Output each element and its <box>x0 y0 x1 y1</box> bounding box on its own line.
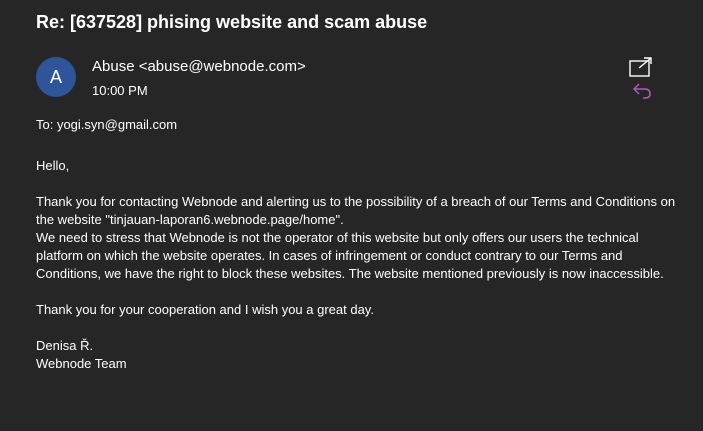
email-subject: Re: [637528] phising website and scam ab… <box>36 12 428 32</box>
signature-team: Webnode Team <box>36 356 127 371</box>
body-line: Conditions, we have the right to block t… <box>36 266 664 281</box>
body-line: the website "tinjauan-laporan6.webnode.p… <box>36 212 344 227</box>
greeting: Hello, <box>36 158 70 173</box>
timestamp: 10:00 PM <box>92 83 148 98</box>
reply-icon[interactable] <box>632 82 652 100</box>
recipient-line: To: yogi.syn@gmail.com <box>36 117 178 132</box>
email-body: Hello, Thank you for contacting Webnode … <box>36 157 686 391</box>
body-line: platform on which the website operates. … <box>36 248 623 263</box>
signature-name: Denisa Ř. <box>36 338 94 353</box>
popout-icon[interactable] <box>629 57 653 77</box>
avatar: A <box>36 57 76 97</box>
body-line: Thank you for contacting Webnode and ale… <box>36 194 676 209</box>
signature: Denisa Ř. Webnode Team <box>36 337 686 373</box>
body-paragraph-2: Thank you for your cooperation and I wis… <box>36 302 374 317</box>
sender: Abuse <abuse@webnode.com> <box>92 58 306 75</box>
body-line: We need to stress that Webnode is not th… <box>36 230 639 245</box>
body-paragraph-1: Thank you for contacting Webnode and ale… <box>36 193 686 283</box>
